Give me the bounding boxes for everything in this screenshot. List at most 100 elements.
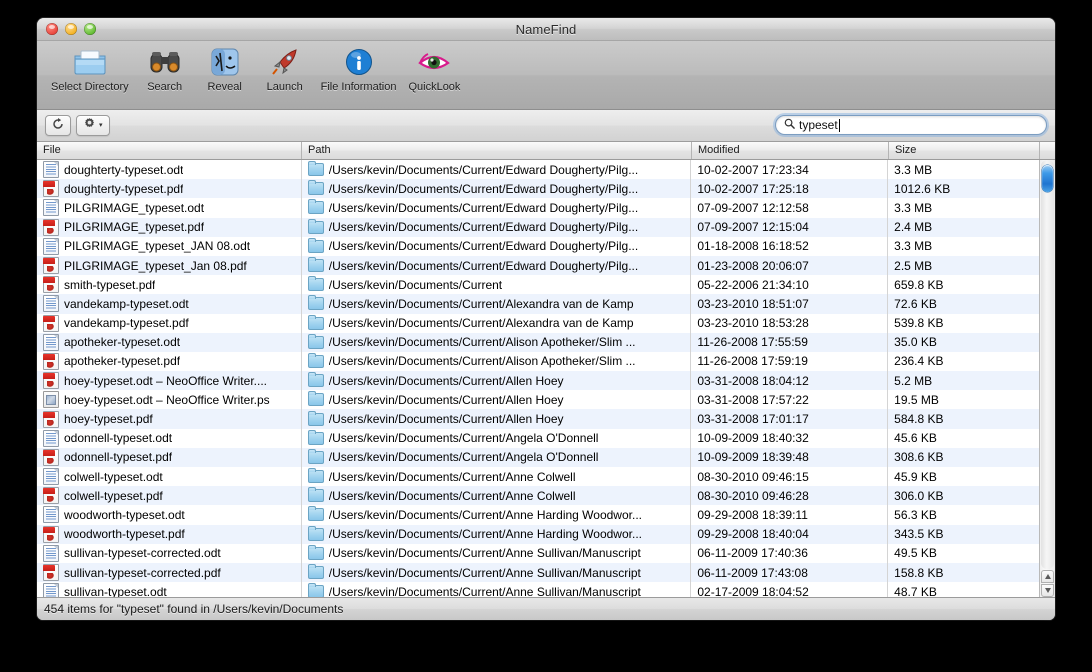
- folder-icon: [307, 199, 324, 215]
- path-text: /Users/kevin/Documents/Current/Anne Sull…: [328, 584, 641, 597]
- modified-text: 11-26-2008 17:59:19: [697, 354, 808, 369]
- table-row[interactable]: sullivan-typeset-corrected.pdf/Users/kev…: [37, 562, 1039, 583]
- path-text: /Users/kevin/Documents/Current/Anne Sull…: [328, 546, 641, 561]
- cell-size: 308.6 KB: [888, 448, 1039, 467]
- modified-text: 08-30-2010 09:46:28: [697, 488, 809, 503]
- chevron-down-icon: [1044, 588, 1051, 593]
- column-header-file[interactable]: File: [37, 142, 302, 159]
- minimize-button[interactable]: [65, 23, 77, 35]
- folder-icon: [307, 352, 324, 368]
- folder-icon: [307, 391, 324, 407]
- toolbar-button-reveal[interactable]: Reveal: [195, 45, 255, 93]
- table-row[interactable]: apotheker-typeset.odt/Users/kevin/Docume…: [37, 332, 1039, 352]
- cell-size: 3.3 MB: [888, 160, 1039, 179]
- cell-path: /Users/kevin/Documents/Current/Edward Do…: [302, 236, 692, 256]
- cell-size: 1012.6 KB: [888, 179, 1039, 198]
- table-row[interactable]: vandekamp-typeset.odt/Users/kevin/Docume…: [37, 294, 1039, 314]
- refresh-button[interactable]: [45, 115, 71, 136]
- table-row[interactable]: PILGRIMAGE_typeset.pdf/Users/kevin/Docum…: [37, 217, 1039, 237]
- cell-modified: 02-17-2009 18:04:52: [691, 582, 889, 597]
- modified-text: 08-30-2010 09:46:15: [697, 469, 809, 484]
- column-header-path[interactable]: Path: [302, 142, 692, 159]
- scrollbar-thumb[interactable]: [1042, 165, 1053, 192]
- table-row[interactable]: hoey-typeset.pdf/Users/kevin/Documents/C…: [37, 409, 1039, 429]
- cell-file: PILGRIMAGE_typeset.odt: [37, 198, 302, 218]
- folder-icon: [307, 525, 324, 541]
- table-row[interactable]: colwell-typeset.odt/Users/kevin/Document…: [37, 467, 1039, 487]
- cell-path: /Users/kevin/Documents/Current/Anne Colw…: [302, 467, 692, 487]
- file-name: vandekamp-typeset.pdf: [64, 316, 189, 331]
- scroll-down-arrow-button[interactable]: [1041, 584, 1054, 597]
- toolbar-button-launch[interactable]: Launch: [255, 45, 315, 93]
- scrollbar-track[interactable]: [1041, 160, 1054, 569]
- folder-icon: [307, 372, 324, 388]
- pdf-file-icon: [43, 352, 59, 370]
- modified-text: 06-11-2009 17:43:08: [697, 565, 808, 580]
- table-row[interactable]: PILGRIMAGE_typeset_JAN 08.odt/Users/kevi…: [37, 236, 1039, 256]
- table-row[interactable]: hoey-typeset.odt – NeoOffice Writer.... /…: [37, 371, 1039, 391]
- toolbar-button-select-directory[interactable]: Select Directory: [45, 45, 135, 93]
- modified-text: 07-09-2007 12:15:04: [697, 220, 809, 235]
- size-text: 19.5 MB: [894, 392, 939, 407]
- folder-icon: [70, 45, 110, 79]
- cell-path: /Users/kevin/Documents/Current/Alison Ap…: [302, 351, 692, 372]
- path-text: /Users/kevin/Documents/Current/Alexandra…: [328, 296, 634, 311]
- path-text: /Users/kevin/Documents/Current: [328, 277, 503, 292]
- table-row[interactable]: odonnell-typeset.pdf/Users/kevin/Documen…: [37, 447, 1039, 467]
- results-list: File Path Modified Size doughterty-types…: [37, 142, 1055, 597]
- close-button[interactable]: [46, 23, 58, 35]
- pdf-file-icon: [43, 314, 59, 332]
- path-text: /Users/kevin/Documents/Current/Anne Colw…: [328, 488, 576, 503]
- table-row[interactable]: vandekamp-typeset.pdf/Users/kevin/Docume…: [37, 313, 1039, 333]
- table-row[interactable]: woodworth-typeset.odt/Users/kevin/Docume…: [37, 505, 1039, 525]
- size-text: 3.3 MB: [894, 239, 933, 254]
- cell-path: /Users/kevin/Documents/Current/Allen Hoe…: [302, 390, 692, 410]
- table-row[interactable]: PILGRIMAGE_typeset.odt/Users/kevin/Docum…: [37, 198, 1039, 218]
- toolbar-button-file-information[interactable]: File Information: [315, 45, 403, 93]
- finder-face-icon: [205, 45, 245, 79]
- cell-path: /Users/kevin/Documents/Current/Edward Do…: [302, 255, 692, 276]
- status-text: 454 items for "typeset" found in /Users/…: [44, 602, 344, 616]
- cell-file: PILGRIMAGE_typeset_JAN 08.odt: [37, 236, 302, 256]
- table-row[interactable]: smith-typeset.pdf/Users/kevin/Documents/…: [37, 275, 1039, 295]
- size-text: 56.3 KB: [894, 507, 937, 522]
- modified-text: 03-31-2008 17:01:17: [697, 412, 809, 427]
- modified-text: 10-09-2009 18:40:32: [697, 431, 809, 446]
- scroll-up-arrow-button[interactable]: [1041, 570, 1054, 583]
- table-row[interactable]: apotheker-typeset.pdf/Users/kevin/Docume…: [37, 351, 1039, 372]
- column-header-modified[interactable]: Modified: [692, 142, 889, 159]
- odt-file-icon: [43, 506, 59, 524]
- modified-text: 11-26-2008 17:55:59: [697, 335, 808, 350]
- path-text: /Users/kevin/Documents/Current/Allen Hoe…: [328, 412, 564, 427]
- vertical-scrollbar[interactable]: [1039, 160, 1055, 597]
- toolbar-button-search[interactable]: Search: [135, 45, 195, 93]
- file-name: woodworth-typeset.odt: [64, 507, 185, 522]
- search-field[interactable]: typeset: [775, 115, 1047, 135]
- modified-text: 03-23-2010 18:51:07: [697, 296, 809, 311]
- toolbar-label: Search: [147, 81, 183, 93]
- cell-file: woodworth-typeset.pdf: [37, 524, 302, 544]
- table-row[interactable]: woodworth-typeset.pdf/Users/kevin/Docume…: [37, 524, 1039, 544]
- folder-icon: [307, 276, 324, 292]
- cell-size: 35.0 KB: [888, 333, 1039, 352]
- column-header-spacer: [1040, 142, 1055, 159]
- table-row[interactable]: odonnell-typeset.odt/Users/kevin/Documen…: [37, 428, 1039, 448]
- column-header-size[interactable]: Size: [889, 142, 1040, 159]
- table-row[interactable]: doughterty-typeset.odt/Users/kevin/Docum…: [37, 160, 1039, 180]
- table-row[interactable]: doughterty-typeset.pdf/Users/kevin/Docum…: [37, 179, 1039, 199]
- cell-size: 236.4 KB: [888, 352, 1039, 371]
- odt-file-icon: [43, 429, 59, 447]
- table-row[interactable]: sullivan-typeset.odt/Users/kevin/Documen…: [37, 582, 1039, 597]
- refresh-icon: [52, 117, 64, 135]
- zoom-button[interactable]: [84, 23, 96, 35]
- path-text: /Users/kevin/Documents/Current/Anne Sull…: [328, 565, 641, 580]
- table-row[interactable]: colwell-typeset.pdf/Users/kevin/Document…: [37, 486, 1039, 506]
- size-text: 306.0 KB: [894, 488, 944, 503]
- table-row[interactable]: PILGRIMAGE_typeset_Jan 08.pdf/Users/kevi…: [37, 255, 1039, 276]
- table-row[interactable]: sullivan-typeset-corrected.odt/Users/kev…: [37, 543, 1039, 563]
- size-text: 3.3 MB: [894, 200, 933, 215]
- table-row[interactable]: hoey-typeset.odt – NeoOffice Writer.ps/U…: [37, 390, 1039, 410]
- modified-text: 03-31-2008 17:57:22: [697, 392, 809, 407]
- toolbar-button-quicklook[interactable]: QuickLook: [402, 45, 466, 93]
- action-gear-button[interactable]: ▾: [76, 115, 110, 136]
